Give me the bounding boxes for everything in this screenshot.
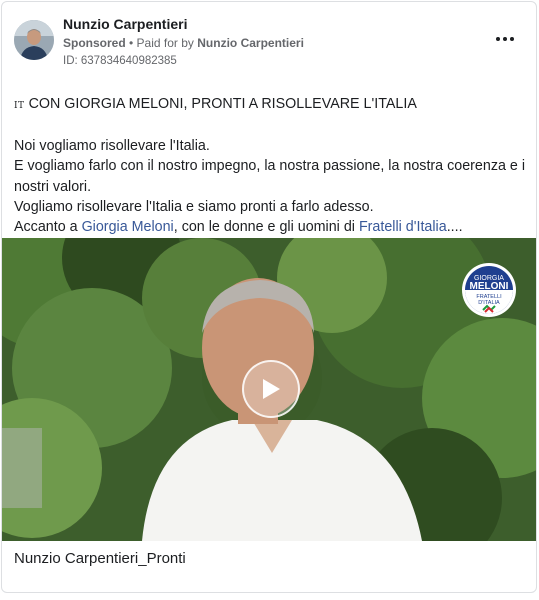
post-headline: IT CON GIORGIA MELONI, PRONTI A RISOLLEVA…	[14, 96, 417, 112]
play-icon[interactable]	[242, 360, 300, 418]
video-caption[interactable]: Nunzio Carpentieri_Pronti	[14, 550, 186, 567]
payer-name[interactable]: Nunzio Carpentieri	[197, 36, 304, 50]
post-line-4: Accanto a Giorgia Meloni, con le donne e…	[14, 219, 463, 236]
sponsored-meta: Sponsored • Paid for by Nunzio Carpentie…	[63, 36, 304, 50]
flag-code: IT	[14, 101, 25, 111]
link-giorgia-meloni[interactable]: Giorgia Meloni	[82, 219, 174, 235]
link-fratelli-italia[interactable]: Fratelli d'Italia	[359, 219, 447, 235]
svg-text:D'ITALIA: D'ITALIA	[478, 300, 500, 306]
meta-separator: •	[125, 36, 137, 50]
ad-card: Nunzio Carpentieri Sponsored • Paid for …	[1, 1, 537, 593]
svg-text:MELONI: MELONI	[470, 281, 509, 292]
more-options-icon[interactable]	[496, 34, 514, 44]
sponsored-label: Sponsored	[63, 36, 126, 50]
post-line-1: Noi vogliamo risollevare l'Italia.	[14, 138, 210, 155]
post-header: Nunzio Carpentieri Sponsored • Paid for …	[2, 2, 536, 72]
post-text: IT CON GIORGIA MELONI, PRONTI A RISOLLEVA…	[14, 94, 529, 237]
fratelli-italia-logo: GIORGIA MELONI FRATELLI D'ITALIA	[461, 262, 517, 318]
author-name[interactable]: Nunzio Carpentieri	[63, 16, 187, 32]
post-line-3: Vogliamo risollevare l'Italia e siamo pr…	[14, 198, 374, 215]
ad-id: ID: 637834640982385	[63, 55, 177, 67]
paid-for-prefix: Paid for by	[136, 36, 198, 50]
post-line-2: E vogliamo farlo con il nostro impegno, …	[14, 158, 525, 195]
avatar[interactable]	[14, 20, 54, 60]
